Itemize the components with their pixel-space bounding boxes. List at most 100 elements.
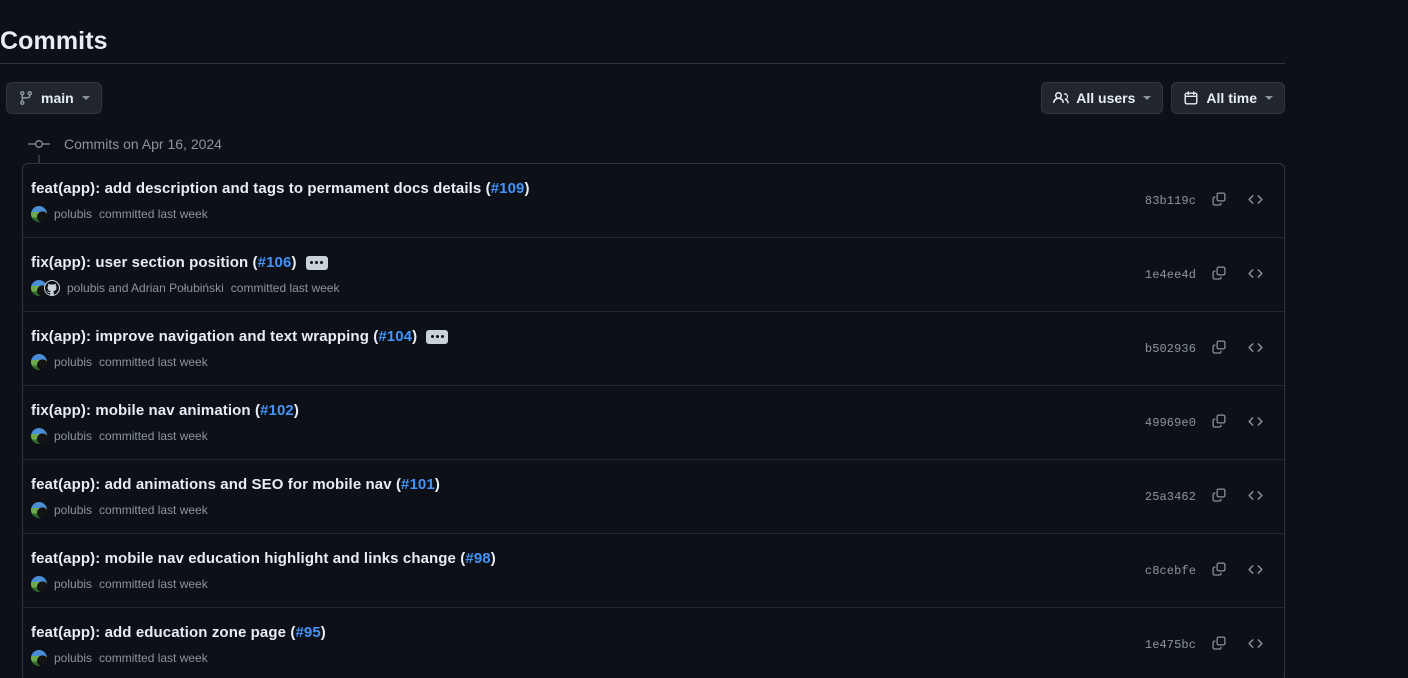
avatar[interactable] [44,280,60,296]
code-icon [1247,191,1264,211]
author-avatars [31,428,47,444]
commit-author[interactable]: polubis [54,205,92,223]
user-filter-button[interactable]: All users [1041,82,1164,114]
copy-icon [1211,265,1227,284]
chevron-down-icon [1143,96,1152,100]
browse-code-button[interactable] [1242,410,1268,436]
copy-icon [1211,413,1227,432]
branch-selector-button[interactable]: main [6,82,102,114]
commit-group-body: feat(app): add description and tags to p… [0,155,1285,678]
title-divider [0,63,1285,64]
code-icon [1247,635,1264,655]
expand-commit-description-button[interactable] [426,329,449,344]
commit-filters: All users All time [1041,82,1285,114]
commit-title-line: feat(app): mobile nav education highligh… [31,548,496,569]
browse-code-button[interactable] [1242,632,1268,658]
commit-timestamp: committed last week [99,355,208,369]
commit-message-link[interactable]: fix(app): mobile nav animation (#102) [31,400,299,421]
commit-message-link[interactable]: feat(app): mobile nav education highligh… [31,548,496,569]
pull-request-link[interactable]: #109 [491,180,525,197]
commit-message-link[interactable]: fix(app): user section position (#106) [31,252,297,273]
commit-author[interactable]: polubis [54,353,92,371]
browse-code-button[interactable] [1242,336,1268,362]
commit-info: feat(app): add animations and SEO for mo… [31,474,440,519]
copy-sha-button[interactable] [1206,632,1232,658]
commit-actions: 1e4ee4d [1145,262,1268,288]
commit-sha[interactable]: 83b119c [1145,194,1196,208]
commit-actions: 1e475bc [1145,632,1268,658]
copy-sha-button[interactable] [1206,336,1232,362]
commit-sha[interactable]: 25a3462 [1145,490,1196,504]
copy-icon [1211,561,1227,580]
avatar[interactable] [31,206,47,222]
copy-sha-button[interactable] [1206,410,1232,436]
browse-code-button[interactable] [1242,262,1268,288]
copy-sha-button[interactable] [1206,558,1232,584]
browse-code-button[interactable] [1242,188,1268,214]
avatar[interactable] [31,354,47,370]
pull-request-link[interactable]: #106 [258,254,292,271]
copy-sha-button[interactable] [1206,188,1232,214]
browse-code-button[interactable] [1242,484,1268,510]
people-icon [1053,90,1070,106]
commit-author[interactable]: polubis [54,575,92,593]
commit-row: fix(app): improve navigation and text wr… [23,311,1284,385]
commit-date-label: Commits on Apr 16, 2024 [64,136,222,152]
user-filter-label: All users [1076,90,1136,106]
pull-request-link[interactable]: #101 [401,476,435,493]
commit-info: feat(app): add description and tags to p… [31,178,530,223]
browse-code-button[interactable] [1242,558,1268,584]
commit-meta: polubis committed last week [31,353,448,371]
commit-actions: 25a3462 [1145,484,1268,510]
avatar[interactable] [31,650,47,666]
commit-sha[interactable]: 1e4ee4d [1145,268,1196,282]
commit-message-link[interactable]: feat(app): add animations and SEO for mo… [31,474,440,495]
copy-icon [1211,487,1227,506]
avatar[interactable] [31,428,47,444]
avatar[interactable] [31,502,47,518]
commit-actions: 83b119c [1145,188,1268,214]
avatar[interactable] [31,576,47,592]
copy-sha-button[interactable] [1206,262,1232,288]
expand-commit-description-button[interactable] [305,255,328,270]
commit-title-line: fix(app): improve navigation and text wr… [31,326,449,347]
commit-timestamp: committed last week [230,281,340,295]
code-icon [1247,265,1264,285]
commit-author[interactable]: polubis [54,501,92,519]
commit-sha[interactable]: 49969e0 [1145,416,1196,430]
copy-icon [1211,339,1227,358]
commit-sha[interactable]: c8cebfe [1145,564,1196,578]
commit-sha[interactable]: b502936 [1145,342,1196,356]
commit-message-link[interactable]: feat(app): add description and tags to p… [31,178,530,199]
commit-author[interactable]: polubis [54,649,92,667]
commits-timeline: Commits on Apr 16, 2024 feat(app): add de… [0,125,1285,678]
copy-sha-button[interactable] [1206,484,1232,510]
commit-info: feat(app): mobile nav education highligh… [31,548,496,593]
page-title: Commits [0,27,108,55]
commit-list: feat(app): add description and tags to p… [22,163,1285,678]
commit-author[interactable]: polubis [54,427,92,445]
commit-row: fix(app): user section position (#106) po… [23,237,1284,311]
pull-request-link[interactable]: #98 [465,550,490,567]
commit-row: fix(app): mobile nav animation (#102) pol… [23,385,1284,459]
commit-message-link[interactable]: fix(app): improve navigation and text wr… [31,326,417,347]
time-filter-button[interactable]: All time [1171,82,1285,114]
time-filter-label: All time [1206,90,1257,106]
commits-toolbar: main All users All time [0,82,1285,114]
commit-message-link[interactable]: feat(app): add education zone page (#95) [31,622,326,643]
commit-timestamp: committed last week [99,651,208,665]
pull-request-link[interactable]: #102 [260,402,294,419]
commit-info: fix(app): mobile nav animation (#102) pol… [31,400,299,445]
calendar-icon [1183,90,1199,106]
pull-request-link[interactable]: #104 [378,328,412,345]
commit-sha[interactable]: 1e475bc [1145,638,1196,652]
git-branch-icon [18,90,34,106]
commits-page: Commits main All users All time Commits … [0,0,1408,678]
commit-title-line: fix(app): mobile nav animation (#102) [31,400,299,421]
commit-title-line: feat(app): add animations and SEO for mo… [31,474,440,495]
pull-request-link[interactable]: #95 [295,624,320,641]
author-avatars [31,650,47,666]
copy-icon [1211,635,1227,654]
commit-author[interactable]: polubis and Adrian Połubiński [67,279,224,297]
commit-timestamp: committed last week [99,503,208,517]
